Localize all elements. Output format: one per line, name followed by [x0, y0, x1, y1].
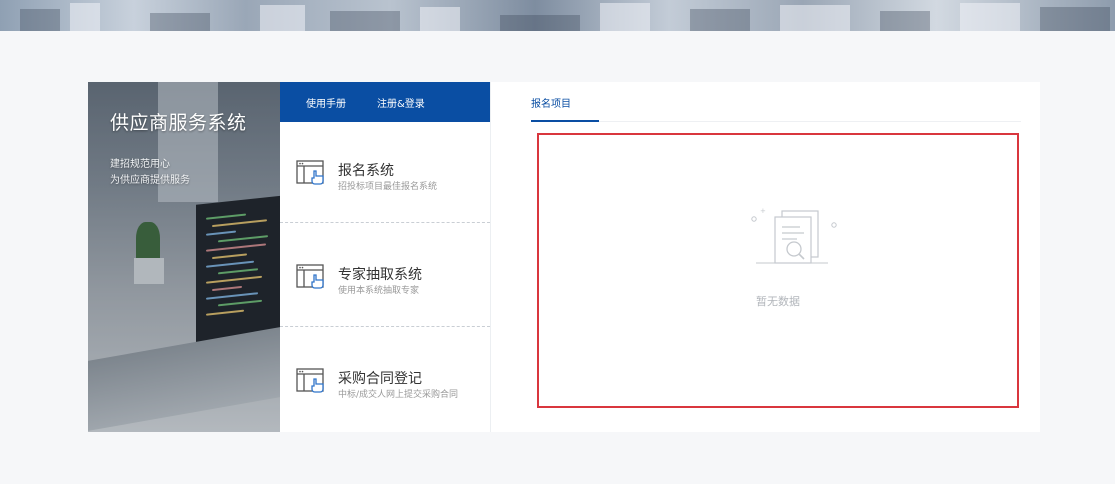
- system-item-expert-extraction[interactable]: 专家抽取系统 使用本系统抽取专家: [280, 226, 490, 327]
- empty-document-search-icon: +: [751, 207, 837, 264]
- hero-title: 供应商服务系统: [110, 112, 247, 134]
- empty-state-text: 暂无数据: [756, 295, 800, 308]
- system-title: 采购合同登记: [338, 371, 422, 387]
- system-title: 专家抽取系统: [338, 267, 422, 283]
- main-card: 供应商服务系统 建招规范用心 为供应商提供服务 使用手册 注册&登录 报名系统 …: [88, 82, 1040, 432]
- register-login-link[interactable]: 注册&登录: [377, 95, 425, 110]
- top-link-bar: 使用手册 注册&登录: [280, 82, 490, 122]
- system-desc: 中标/成交人网上提交采购合同: [338, 390, 459, 400]
- hero-photo: 供应商服务系统 建招规范用心 为供应商提供服务: [88, 82, 280, 432]
- tab-registration-projects[interactable]: 报名项目: [531, 95, 571, 110]
- window-hand-icon: [296, 160, 324, 185]
- system-item-contract-registration[interactable]: 采购合同登记 中标/成交人网上提交采购合同: [280, 330, 490, 430]
- hero-subtitle-line1: 建招规范用心: [110, 159, 170, 170]
- system-nav: 使用手册 注册&登录 报名系统 招投标项目最佳报名系统 专家抽取系统 使用本系统…: [280, 82, 491, 432]
- window-hand-icon: [296, 264, 324, 289]
- system-desc: 招投标项目最佳报名系统: [338, 182, 438, 192]
- active-tab-indicator: [531, 120, 599, 122]
- content-panel: 报名项目 + 暂无数据: [491, 82, 1040, 432]
- system-desc: 使用本系统抽取专家: [338, 286, 420, 296]
- window-hand-icon: [296, 368, 324, 393]
- header-banner-image: [0, 0, 1115, 31]
- empty-state-box: + 暂无数据: [537, 133, 1019, 408]
- tab-divider: [531, 121, 1021, 122]
- system-item-registration[interactable]: 报名系统 招投标项目最佳报名系统: [280, 122, 490, 223]
- hero-subtitle-line2: 为供应商提供服务: [110, 175, 190, 186]
- svg-text:+: +: [760, 207, 766, 215]
- user-manual-link[interactable]: 使用手册: [306, 95, 346, 110]
- system-title: 报名系统: [338, 163, 394, 179]
